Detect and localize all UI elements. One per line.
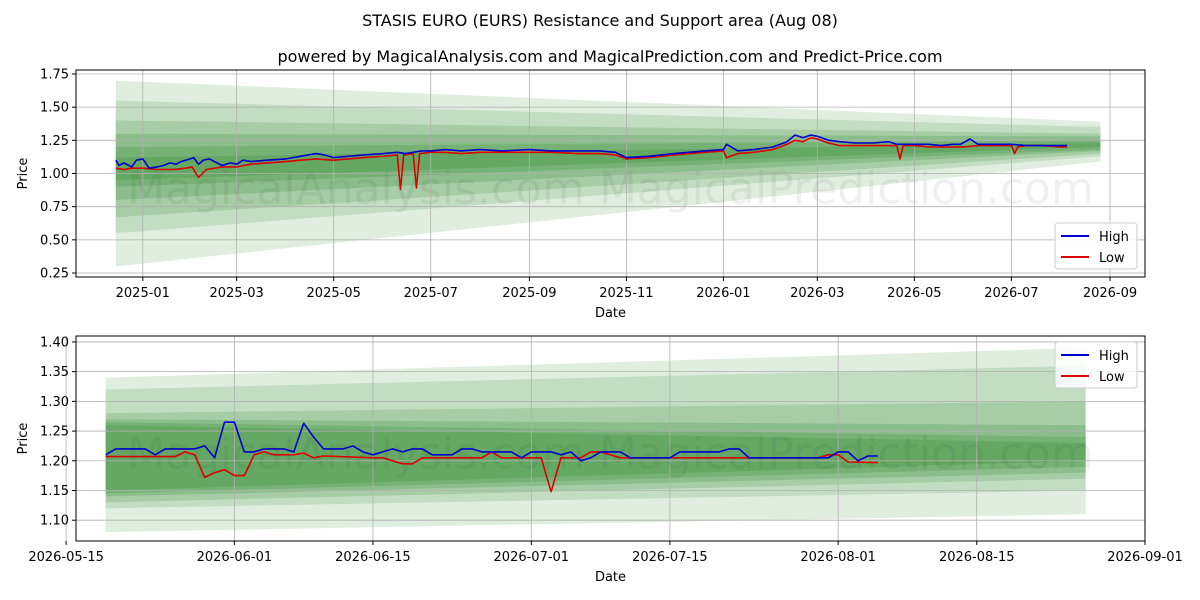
legend-label-low: Low bbox=[1099, 370, 1125, 385]
x-tick-label: 2025-05 bbox=[307, 286, 361, 301]
x-tick-label: 2026-01 bbox=[696, 286, 750, 301]
y-tick-label: 0.25 bbox=[40, 267, 69, 282]
x-tick-label: 2026-09 bbox=[1083, 286, 1137, 301]
x-tick-label: 2026-09-01 bbox=[1107, 550, 1183, 565]
y-tick-label: 1.00 bbox=[40, 167, 69, 182]
y-tick-label: 1.50 bbox=[40, 101, 69, 116]
x-axis-label: Date bbox=[595, 306, 626, 321]
y-tick-label: 1.25 bbox=[40, 425, 69, 440]
x-tick-label: 2026-08-15 bbox=[939, 550, 1015, 565]
x-axis-label: Date bbox=[595, 570, 626, 585]
y-tick-label: 1.75 bbox=[40, 67, 69, 82]
y-tick-label: 1.20 bbox=[40, 454, 69, 469]
legend-label-high: High bbox=[1099, 230, 1129, 245]
y-tick-label: 1.30 bbox=[40, 395, 69, 410]
y-tick-label: 1.15 bbox=[40, 484, 69, 499]
x-tick-label: 2026-07-15 bbox=[632, 550, 708, 565]
chart-subtitle: powered by MagicalAnalysis.com and Magic… bbox=[277, 47, 942, 66]
legend-label-high: High bbox=[1099, 349, 1129, 364]
x-tick-label: 2026-03 bbox=[790, 286, 844, 301]
x-tick-label: 2025-03 bbox=[210, 286, 264, 301]
figure: STASIS EURO (EURS) Resistance and Suppor… bbox=[0, 0, 1200, 600]
y-tick-label: 1.40 bbox=[40, 335, 69, 350]
x-tick-label: 2025-07 bbox=[404, 286, 458, 301]
legend-label-low: Low bbox=[1099, 251, 1125, 266]
y-tick-label: 1.10 bbox=[40, 514, 69, 529]
x-tick-label: 2026-07-01 bbox=[494, 550, 570, 565]
chart-title: STASIS EURO (EURS) Resistance and Suppor… bbox=[362, 11, 838, 30]
x-tick-label: 2025-11 bbox=[599, 286, 653, 301]
x-tick-label: 2026-06-01 bbox=[197, 550, 273, 565]
y-axis-label: Price bbox=[16, 423, 31, 455]
x-tick-label: 2026-07 bbox=[984, 286, 1038, 301]
legend: High Low bbox=[1054, 341, 1138, 389]
x-tick-label: 2025-09 bbox=[502, 286, 556, 301]
y-tick-label: 0.75 bbox=[40, 200, 69, 215]
y-tick-label: 1.35 bbox=[40, 365, 69, 380]
legend: High Low bbox=[1054, 222, 1138, 270]
x-tick-label: 2026-08-01 bbox=[800, 550, 876, 565]
y-axis-label: Price bbox=[16, 158, 31, 190]
y-tick-label: 1.25 bbox=[40, 134, 69, 149]
x-tick-label: 2026-05 bbox=[887, 286, 941, 301]
x-tick-label: 2026-05-15 bbox=[28, 550, 104, 565]
x-tick-label: 2026-06-15 bbox=[335, 550, 411, 565]
y-tick-label: 0.50 bbox=[40, 233, 69, 248]
x-tick-label: 2025-01 bbox=[116, 286, 170, 301]
